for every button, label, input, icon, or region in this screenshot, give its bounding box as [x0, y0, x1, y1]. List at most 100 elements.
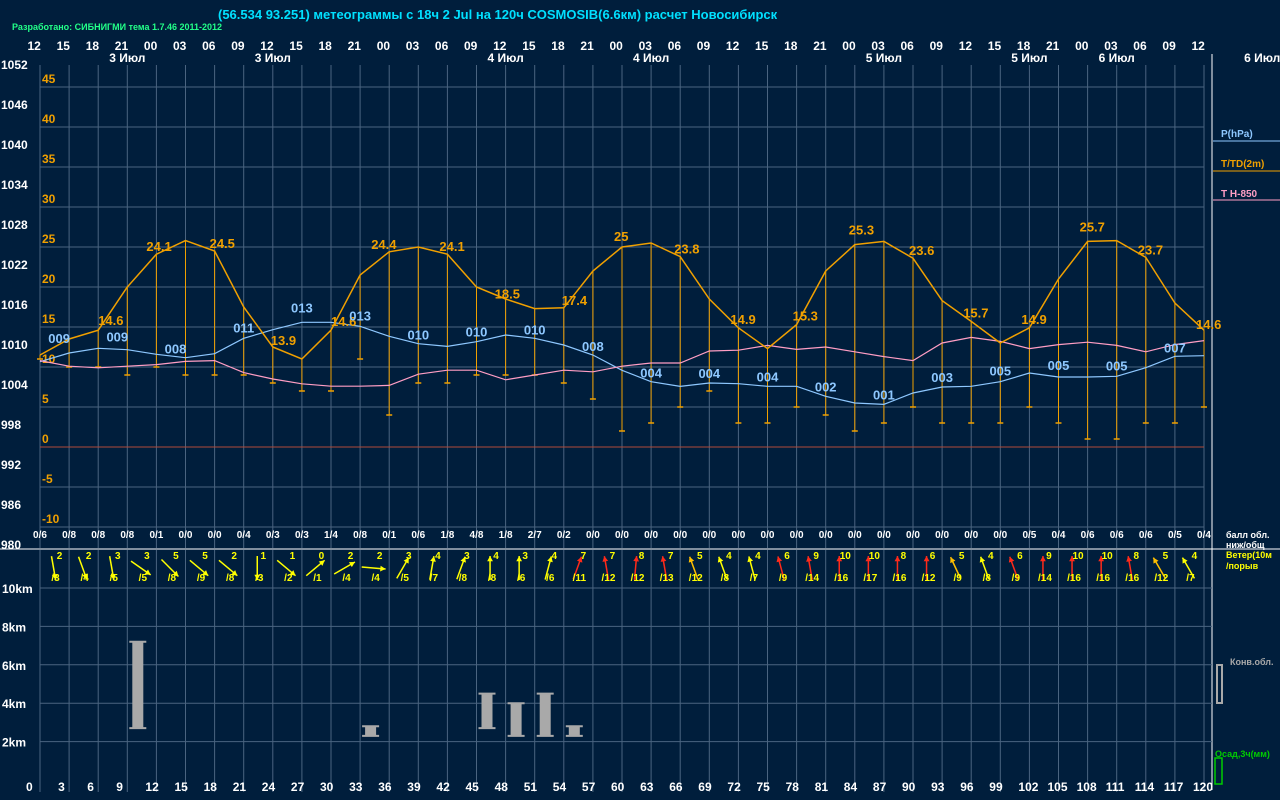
hour-tick-label: 18 — [784, 39, 798, 53]
hour-tick-label: 18 — [551, 39, 565, 53]
wind-speed-label: 10 — [840, 551, 852, 562]
legend-wind-2: /порыв — [1226, 561, 1259, 571]
cloud-cover-label: 0/4 — [1197, 530, 1211, 541]
hour-offset-label: 6 — [87, 780, 94, 794]
hour-tick-label: 06 — [901, 39, 915, 53]
wind-speed-label: 2 — [57, 551, 63, 562]
conv-cloud-bar — [510, 703, 522, 736]
temperature-value-label: 15.7 — [963, 305, 988, 320]
temperature-tick-label: 15 — [42, 312, 56, 326]
hour-tick-label: 18 — [86, 39, 100, 53]
hour-offset-label: 21 — [233, 780, 247, 794]
hour-offset-label: 12 — [145, 780, 159, 794]
hour-tick-label: 09 — [697, 39, 711, 53]
cloud-cover-label: 0/5 — [1168, 530, 1182, 541]
pressure-tick-label: 992 — [1, 458, 21, 472]
cloud-cover-label: 0/1 — [149, 530, 163, 541]
cloud-cover-label: 0/0 — [964, 530, 978, 541]
wind-gust-label: /5 — [401, 573, 410, 584]
temperature-value-label: 18.5 — [495, 287, 520, 302]
cloud-cover-label: 2/7 — [528, 530, 542, 541]
hour-tick-label: 00 — [144, 39, 158, 53]
pressure-value-label: 011 — [233, 320, 254, 335]
temperature-value-label: 17.4 — [562, 293, 588, 308]
temperature-value-label: 25 — [614, 229, 628, 244]
wind-gust-label: /4 — [371, 573, 380, 584]
temperature-tick-label: -5 — [42, 472, 53, 486]
pressure-value-label: 008 — [165, 342, 187, 357]
hour-offset-label: 60 — [611, 780, 625, 794]
date-label: 6 Июл — [1244, 51, 1280, 65]
temperature-tick-label: 40 — [42, 112, 56, 126]
wind-gust-label: /5 — [110, 573, 119, 584]
pressure-tick-label: 1010 — [1, 338, 28, 352]
wind-speed-label: 6 — [930, 551, 936, 562]
pressure-value-label: 010 — [466, 325, 488, 340]
wind-gust-label: /8 — [721, 573, 730, 584]
cloud-cover-label: 0/6 — [33, 530, 47, 541]
cloud-cover-label: 0/0 — [906, 530, 920, 541]
temperature-value-label: 14.6 — [98, 313, 123, 328]
conv-cloud-bar — [539, 693, 551, 736]
wind-gust-label: /6 — [546, 573, 555, 584]
hour-tick-label: 12 — [959, 39, 973, 53]
wind-gust-label: /12 — [631, 573, 645, 584]
cloud-cover-label: 0/0 — [644, 530, 658, 541]
temperature-value-label: 25.7 — [1080, 219, 1105, 234]
hour-offset-label: 27 — [291, 780, 305, 794]
pressure-value-label: 001 — [873, 387, 895, 402]
cloud-cover-label: 1/8 — [499, 530, 513, 541]
hour-offset-label: 66 — [669, 780, 683, 794]
wind-gust-label: /14 — [1038, 573, 1052, 584]
wind-speed-label: 8 — [901, 551, 907, 562]
wind-speed-label: 8 — [639, 551, 645, 562]
cloud-cover-label: 0/0 — [935, 530, 949, 541]
wind-gust-label: /7 — [1186, 573, 1195, 584]
wind-gust-label: /9 — [197, 573, 206, 584]
hour-tick-label: 06 — [202, 39, 216, 53]
hour-offset-label: 105 — [1048, 780, 1068, 794]
wind-speed-label: 4 — [435, 551, 441, 562]
wind-gust-label: /2 — [284, 573, 293, 584]
hour-offset-label: 57 — [582, 780, 596, 794]
temperature-value-label: 13.9 — [271, 333, 296, 348]
temperature-value-label: 14.9 — [730, 312, 755, 327]
hour-tick-label: 06 — [435, 39, 449, 53]
cloud-cover-label: 0/0 — [761, 530, 775, 541]
hour-tick-label: 09 — [1162, 39, 1176, 53]
cloud-cover-label: 4/8 — [470, 530, 484, 541]
hour-tick-label: 12 — [28, 39, 42, 53]
pressure-value-label: 004 — [640, 366, 662, 381]
wind-speed-label: 6 — [1017, 551, 1023, 562]
wind-speed-label: 1 — [290, 551, 296, 562]
pressure-tick-label: 986 — [1, 498, 21, 512]
wind-gust-label: /5 — [139, 573, 148, 584]
hour-offset-label: 36 — [378, 780, 392, 794]
wind-speed-label: 3 — [115, 551, 121, 562]
cloud-cover-label: 0/6 — [1081, 530, 1095, 541]
hour-offset-label: 18 — [204, 780, 218, 794]
temperature-value-label: 14.6 — [1196, 317, 1221, 332]
cloud-cover-label: 0/0 — [673, 530, 687, 541]
height-tick-label: 4km — [2, 697, 26, 711]
height-tick-label: 6km — [2, 659, 26, 673]
cloud-cover-label: 0/5 — [1022, 530, 1036, 541]
hour-tick-label: 00 — [842, 39, 856, 53]
wind-gust-label: /4 — [342, 573, 351, 584]
hour-tick-label: 03 — [173, 39, 187, 53]
wind-speed-label: 9 — [1046, 551, 1052, 562]
hour-offset-label: 51 — [524, 780, 538, 794]
cloud-cover-label: 0/8 — [91, 530, 105, 541]
temperature-tick-label: 25 — [42, 232, 56, 246]
temperature-value-label: 24.4 — [371, 237, 397, 252]
hour-offset-label: 114 — [1135, 780, 1155, 794]
hour-offset-label: 15 — [175, 780, 189, 794]
cloud-cover-label: 0/0 — [848, 530, 862, 541]
hour-tick-label: 21 — [348, 39, 362, 53]
temperature-value-label: 24.1 — [146, 239, 171, 254]
hour-offset-label: 120 — [1193, 780, 1213, 794]
wind-speed-label: 3 — [144, 551, 150, 562]
cloud-cover-label: 0/0 — [731, 530, 745, 541]
wind-gust-label: /14 — [805, 573, 819, 584]
hour-tick-label: 00 — [610, 39, 624, 53]
